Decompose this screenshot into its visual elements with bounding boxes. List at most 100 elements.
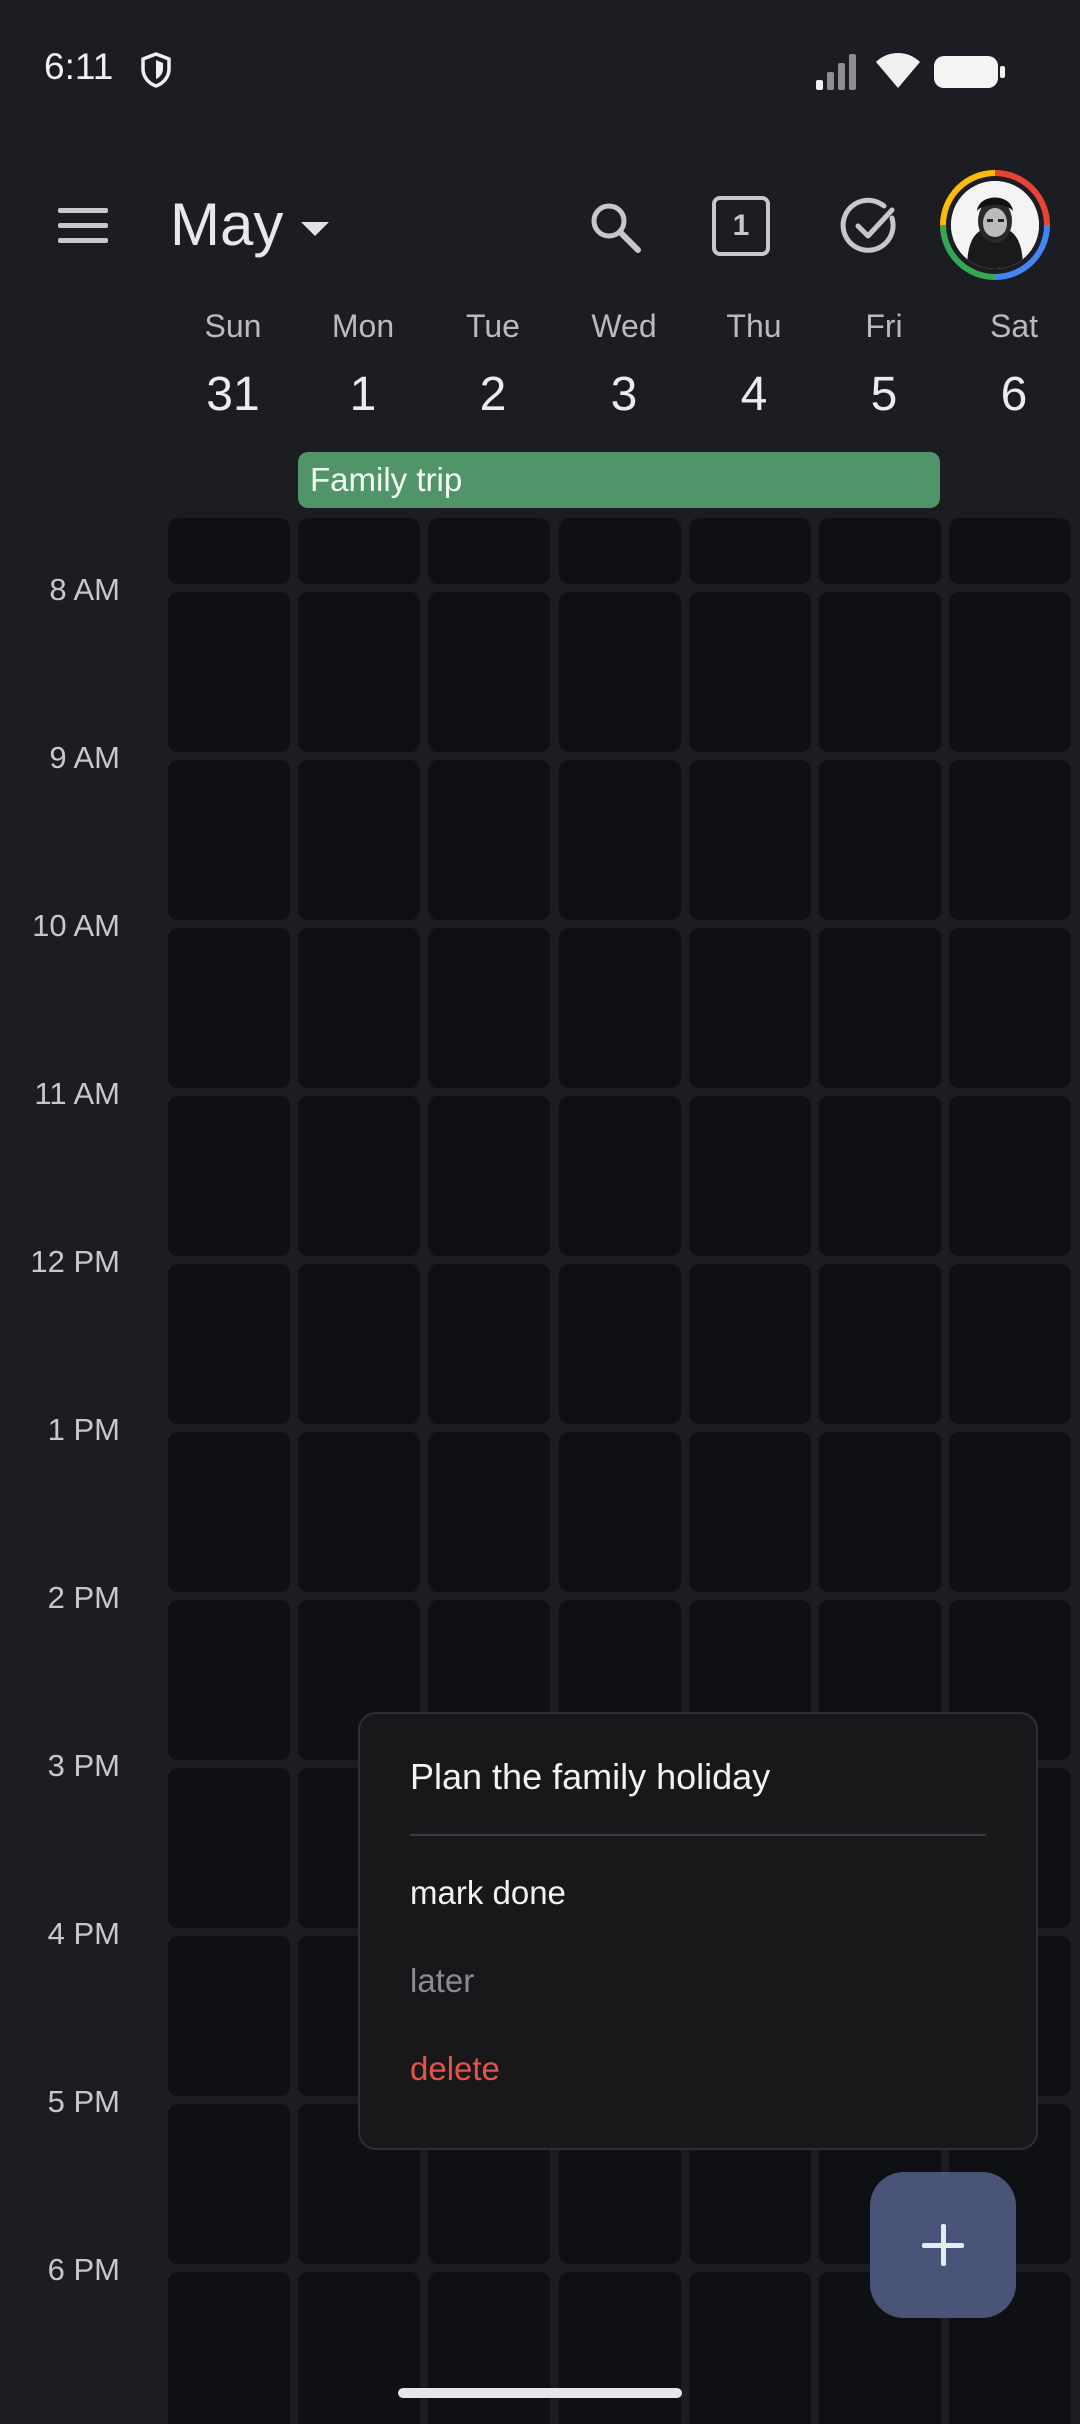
time-slot-cell[interactable] (689, 1096, 811, 1256)
time-slot-cell[interactable] (168, 1096, 290, 1256)
time-label: 12 PM (30, 1244, 120, 1279)
time-slot-cell[interactable] (819, 1264, 941, 1424)
time-slot-cell[interactable] (819, 1432, 941, 1592)
today-icon[interactable]: 1 (712, 196, 770, 256)
time-slot-cell[interactable] (689, 592, 811, 752)
day-header-wed[interactable]: Wed 3 (559, 300, 689, 422)
day-name: Sun (204, 308, 262, 344)
tasks-icon[interactable] (840, 196, 900, 256)
time-slot-cell[interactable] (168, 1768, 290, 1928)
time-slot-cell[interactable] (298, 2272, 420, 2424)
time-slot-cell[interactable] (168, 928, 290, 1088)
time-slot-cell[interactable] (298, 1096, 420, 1256)
day-header-tue[interactable]: Tue 2 (428, 300, 558, 422)
day-header-fri[interactable]: Fri 5 (819, 300, 949, 422)
create-event-button[interactable] (870, 2172, 1016, 2318)
time-label: 11 AM (34, 1076, 120, 1111)
time-slot-cell[interactable] (949, 592, 1071, 752)
time-slot-cell[interactable] (298, 760, 420, 920)
task-action-popup: Plan the family holiday mark done later … (358, 1712, 1038, 2150)
time-slot-cell[interactable] (559, 760, 681, 920)
time-slot-cell[interactable] (689, 928, 811, 1088)
home-indicator[interactable] (398, 2388, 682, 2398)
time-slot-cell[interactable] (559, 2272, 681, 2424)
signal-icon (816, 54, 856, 90)
time-slot-cell[interactable] (298, 928, 420, 1088)
time-slot-cell[interactable] (428, 518, 550, 584)
time-slot-cell[interactable] (168, 1600, 290, 1760)
time-slot-cell[interactable] (949, 1096, 1071, 1256)
status-bar: 6:11 (0, 0, 1080, 140)
day-header-thu[interactable]: Thu 4 (689, 300, 819, 422)
time-slot-cell[interactable] (168, 1936, 290, 2096)
time-slot-cell[interactable] (428, 1432, 550, 1592)
avatar[interactable] (940, 170, 1050, 280)
time-slot-cell[interactable] (298, 592, 420, 752)
menu-icon[interactable] (58, 206, 110, 246)
time-slot-cell[interactable] (168, 760, 290, 920)
time-slot-cell[interactable] (689, 518, 811, 584)
time-slot-cell[interactable] (559, 518, 681, 584)
day-number: 3 (610, 368, 638, 421)
app-header: May 1 (0, 140, 1080, 300)
time-slot-cell[interactable] (689, 1264, 811, 1424)
time-slot-cell[interactable] (168, 1264, 290, 1424)
time-slot-cell[interactable] (819, 518, 941, 584)
time-slot-cell[interactable] (819, 592, 941, 752)
day-name: Fri (865, 308, 903, 344)
time-slot-cell[interactable] (559, 1096, 681, 1256)
time-slot-cell[interactable] (559, 592, 681, 752)
allday-event-family-trip[interactable]: Family trip (298, 452, 940, 508)
time-slot-cell[interactable] (168, 2272, 290, 2424)
avatar-photo (951, 181, 1039, 269)
day-header-sun[interactable]: Sun 31 (168, 300, 298, 422)
search-icon[interactable] (588, 200, 642, 254)
day-header-mon[interactable]: Mon 1 (298, 300, 428, 422)
time-label: 5 PM (47, 2084, 120, 2119)
time-slot-cell[interactable] (949, 518, 1071, 584)
later-button[interactable]: later (410, 1962, 474, 2000)
time-slot-cell[interactable] (559, 1432, 681, 1592)
month-selector[interactable]: May (170, 190, 330, 259)
time-slot-cell[interactable] (428, 928, 550, 1088)
time-slot-cell[interactable] (298, 1264, 420, 1424)
time-slot-cell[interactable] (168, 518, 290, 584)
day-name: Sat (989, 308, 1039, 344)
time-label: 4 PM (47, 1916, 120, 1951)
time-slot-cell[interactable] (559, 1264, 681, 1424)
time-slot-cell[interactable] (428, 2272, 550, 2424)
popup-task-title: Plan the family holiday (410, 1756, 771, 1797)
day-number: 4 (740, 368, 768, 421)
time-slot-cell[interactable] (689, 2272, 811, 2424)
time-slot-cell[interactable] (689, 1432, 811, 1592)
time-slot-cell[interactable] (819, 1096, 941, 1256)
time-slot-cell[interactable] (428, 1264, 550, 1424)
wifi-icon (876, 53, 920, 88)
time-slot-cell[interactable] (819, 928, 941, 1088)
time-slot-cell[interactable] (819, 760, 941, 920)
month-label: May (170, 191, 284, 258)
time-label: 10 AM (32, 908, 120, 943)
time-slot-cell[interactable] (949, 1432, 1071, 1592)
day-number: 1 (349, 368, 377, 421)
popup-divider (410, 1834, 986, 1836)
time-slot-cell[interactable] (559, 928, 681, 1088)
time-slot-cell[interactable] (168, 592, 290, 752)
time-slot-cell[interactable] (949, 760, 1071, 920)
time-slot-cell[interactable] (168, 2104, 290, 2264)
time-slot-cell[interactable] (949, 1264, 1071, 1424)
mark-done-button[interactable]: mark done (410, 1874, 566, 1912)
delete-button[interactable]: delete (410, 2050, 500, 2088)
shield-icon (141, 52, 171, 88)
time-slot-cell[interactable] (428, 592, 550, 752)
time-slot-cell[interactable] (298, 1432, 420, 1592)
time-label: 3 PM (47, 1748, 120, 1783)
time-slot-cell[interactable] (689, 760, 811, 920)
day-header-sat[interactable]: Sat 6 (949, 300, 1079, 422)
time-slot-cell[interactable] (428, 1096, 550, 1256)
time-slot-cell[interactable] (949, 928, 1071, 1088)
time-slot-cell[interactable] (428, 760, 550, 920)
time-slot-cell[interactable] (168, 1432, 290, 1592)
day-name: Mon (331, 308, 395, 344)
time-slot-cell[interactable] (298, 518, 420, 584)
